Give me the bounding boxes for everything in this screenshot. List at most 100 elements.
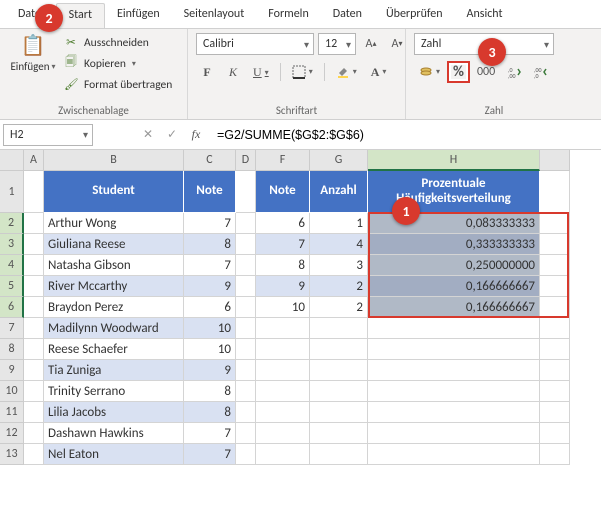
cell[interactable] xyxy=(236,444,256,465)
cell[interactable]: Nel Eaton xyxy=(44,444,184,465)
cell[interactable] xyxy=(256,360,310,381)
col-header[interactable]: H xyxy=(368,150,540,171)
cell[interactable]: 2 xyxy=(310,276,368,297)
cell[interactable]: 9 xyxy=(184,360,236,381)
cell[interactable] xyxy=(256,402,310,423)
accounting-format-button[interactable] xyxy=(414,61,445,83)
row-header[interactable]: 4 xyxy=(0,255,24,276)
row-header[interactable]: 10 xyxy=(0,381,24,402)
italic-button[interactable]: K xyxy=(222,61,244,83)
cell[interactable]: Arthur Wong xyxy=(44,213,184,234)
font-name-combo[interactable]: Calibri ▾ xyxy=(196,33,314,55)
cell[interactable]: Braydon Perez xyxy=(44,297,184,318)
cell[interactable] xyxy=(540,444,570,465)
cell[interactable] xyxy=(236,360,256,381)
underline-button[interactable]: U xyxy=(248,61,274,83)
cell[interactable] xyxy=(236,339,256,360)
insert-function-button[interactable]: fx xyxy=(185,124,207,146)
cell[interactable] xyxy=(256,339,310,360)
cell[interactable]: 10 xyxy=(256,297,310,318)
cell[interactable] xyxy=(236,423,256,444)
formula-accept-button[interactable]: ✓ xyxy=(161,124,183,146)
cell[interactable]: Lilia Jacobs xyxy=(44,402,184,423)
cell[interactable] xyxy=(540,423,570,444)
cell[interactable]: 8 xyxy=(184,234,236,255)
cell[interactable] xyxy=(236,297,256,318)
cell[interactable]: Natasha Gibson xyxy=(44,255,184,276)
cell[interactable] xyxy=(256,444,310,465)
col-header[interactable] xyxy=(540,150,570,171)
tab-formulas[interactable]: Formeln xyxy=(256,3,320,25)
tab-layout[interactable]: Seitenlayout xyxy=(172,3,257,25)
cell[interactable]: Madilynn Woodward xyxy=(44,318,184,339)
cell[interactable] xyxy=(24,171,44,213)
cell[interactable] xyxy=(236,318,256,339)
cell[interactable] xyxy=(310,423,368,444)
select-all-corner[interactable] xyxy=(0,150,24,171)
tab-view[interactable]: Ansicht xyxy=(455,3,515,25)
cell[interactable]: Student xyxy=(44,171,184,213)
cell[interactable] xyxy=(540,402,570,423)
paste-button[interactable]: 📋 Einfügen ▾ xyxy=(8,33,58,95)
cell[interactable]: 7 xyxy=(256,234,310,255)
font-color-button[interactable]: A xyxy=(366,61,392,83)
cell[interactable] xyxy=(24,444,44,465)
cell[interactable] xyxy=(368,360,540,381)
row-header[interactable]: 8 xyxy=(0,339,24,360)
cell[interactable] xyxy=(540,171,570,213)
row-header[interactable]: 9 xyxy=(0,360,24,381)
cell[interactable]: Trinity Serrano xyxy=(44,381,184,402)
row-header[interactable]: 7 xyxy=(0,318,24,339)
row-header[interactable]: 1 xyxy=(0,171,24,213)
cell[interactable]: 6 xyxy=(256,213,310,234)
cell[interactable] xyxy=(236,171,256,213)
cell[interactable]: 0,333333333 xyxy=(368,234,540,255)
fill-color-button[interactable] xyxy=(331,61,362,83)
cell[interactable] xyxy=(310,318,368,339)
cell[interactable]: 0,166666667 xyxy=(368,297,540,318)
cell[interactable] xyxy=(256,381,310,402)
cell[interactable] xyxy=(236,402,256,423)
cell[interactable]: Tia Zuniga xyxy=(44,360,184,381)
cell[interactable] xyxy=(236,234,256,255)
cell[interactable]: 9 xyxy=(256,276,310,297)
cell[interactable] xyxy=(368,381,540,402)
cell[interactable] xyxy=(256,423,310,444)
cell[interactable] xyxy=(24,381,44,402)
cell[interactable] xyxy=(368,402,540,423)
row-header[interactable]: 12 xyxy=(0,423,24,444)
cell[interactable] xyxy=(24,297,44,318)
col-header[interactable]: A xyxy=(24,150,44,171)
formula-cancel-button[interactable]: ✕ xyxy=(137,124,159,146)
cell[interactable] xyxy=(236,213,256,234)
cell[interactable] xyxy=(24,234,44,255)
cell[interactable] xyxy=(236,255,256,276)
cell[interactable]: 2 xyxy=(310,297,368,318)
formula-bar[interactable] xyxy=(211,124,598,146)
increase-font-button[interactable]: A▴ xyxy=(360,33,382,55)
cell[interactable]: 4 xyxy=(310,234,368,255)
cell[interactable] xyxy=(310,339,368,360)
cell[interactable] xyxy=(24,423,44,444)
cell[interactable] xyxy=(236,276,256,297)
cell[interactable] xyxy=(540,276,570,297)
cell[interactable]: Reese Schaefer xyxy=(44,339,184,360)
cell[interactable]: 7 xyxy=(184,444,236,465)
cell[interactable]: Note xyxy=(256,171,310,213)
cell[interactable] xyxy=(540,255,570,276)
cell[interactable]: 8 xyxy=(184,402,236,423)
row-header[interactable]: 2 xyxy=(0,213,24,234)
cell[interactable]: 7 xyxy=(184,255,236,276)
tab-review[interactable]: Überprüfen xyxy=(374,3,455,25)
cell[interactable] xyxy=(310,402,368,423)
cell[interactable] xyxy=(256,318,310,339)
cell[interactable]: 9 xyxy=(184,276,236,297)
cell[interactable]: Dashawn Hawkins xyxy=(44,423,184,444)
cell[interactable] xyxy=(24,402,44,423)
cell[interactable]: 0,166666667 xyxy=(368,276,540,297)
percent-format-button[interactable]: % xyxy=(447,61,470,83)
cell[interactable] xyxy=(540,213,570,234)
cell[interactable] xyxy=(368,318,540,339)
row-header[interactable]: 3 xyxy=(0,234,24,255)
increase-decimal-button[interactable]: ,0,00 xyxy=(502,61,526,83)
